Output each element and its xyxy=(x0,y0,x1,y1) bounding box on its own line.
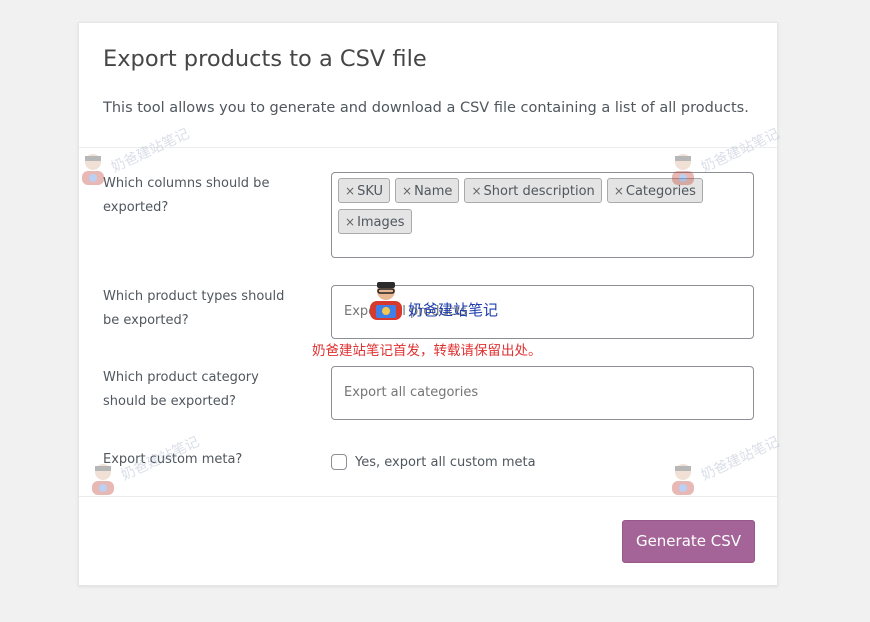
watermark-notice: 奶爸建站笔记首发，转载请保留出处。 xyxy=(312,343,542,359)
page-description: This tool allows you to generate and dow… xyxy=(103,100,749,116)
meta-checkbox[interactable] xyxy=(331,454,347,470)
remove-icon[interactable]: × xyxy=(345,215,355,229)
watermark-avatar-icon xyxy=(92,464,114,495)
divider-top xyxy=(79,147,777,148)
tag-label: Name xyxy=(414,184,453,199)
watermark-avatar-icon xyxy=(672,464,694,495)
page-title: Export products to a CSV file xyxy=(103,46,427,72)
meta-checkbox-row[interactable]: Yes, export all custom meta xyxy=(331,452,536,472)
remove-icon[interactable]: × xyxy=(345,184,355,198)
product-types-label: Which product types should be exported? xyxy=(103,289,285,328)
tag-images[interactable]: × Images xyxy=(338,209,412,234)
columns-label: Which columns should be exported? xyxy=(103,176,270,215)
remove-icon[interactable]: × xyxy=(471,184,481,198)
tag-label: Images xyxy=(357,215,405,230)
category-select[interactable]: Export all categories xyxy=(331,366,754,420)
generate-csv-button[interactable]: Generate CSV xyxy=(622,520,755,563)
remove-icon[interactable]: × xyxy=(614,184,624,198)
tag-label: Short description xyxy=(483,184,595,199)
tag-label: Categories xyxy=(625,184,696,199)
watermark-avatar-icon xyxy=(82,154,104,185)
watermark-text: 奶爸建站笔记 xyxy=(408,301,499,319)
meta-checkbox-label[interactable]: Yes, export all custom meta xyxy=(355,455,536,470)
remove-icon[interactable]: × xyxy=(402,184,412,198)
watermark-avatar-icon xyxy=(370,282,402,320)
tag-sku[interactable]: × SKU xyxy=(338,178,391,203)
divider-bottom xyxy=(79,496,777,497)
tag-short-description[interactable]: × Short description xyxy=(464,178,602,203)
watermark-avatar-icon xyxy=(672,154,694,185)
tag-label: SKU xyxy=(357,184,384,199)
tag-name[interactable]: × Name xyxy=(395,178,460,203)
category-label: Which product category should be exporte… xyxy=(103,370,259,409)
